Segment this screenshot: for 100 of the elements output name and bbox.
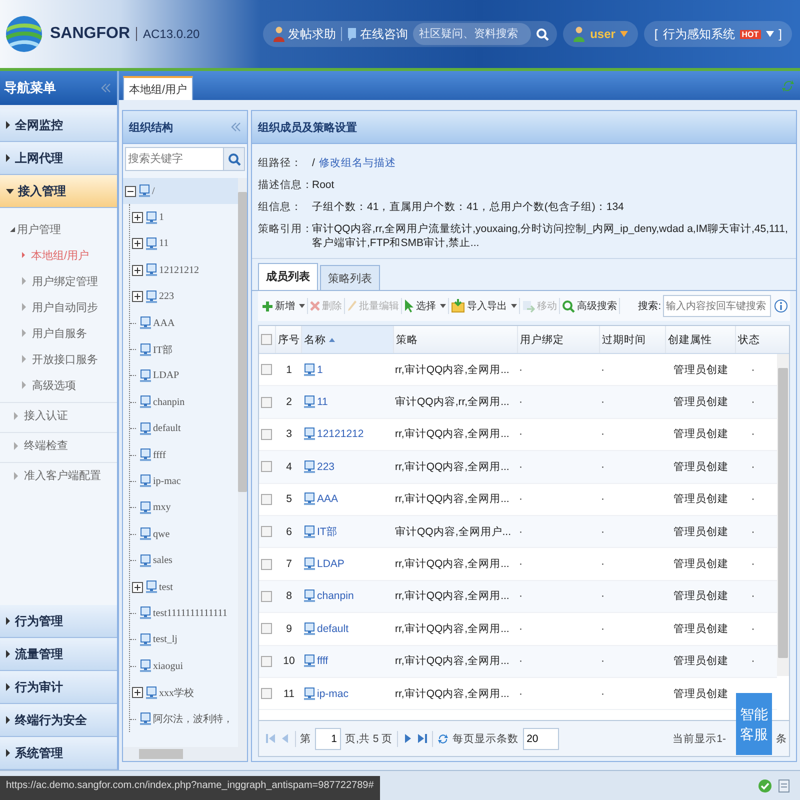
column-header[interactable]: 名称	[301, 326, 393, 353]
tree-node[interactable]: default	[130, 416, 238, 442]
nav-link[interactable]: 用户自动同步	[0, 294, 117, 320]
tree-node[interactable]: 11	[130, 230, 238, 258]
tree-node[interactable]: xiaogui	[130, 653, 238, 680]
plus-box-icon[interactable]	[132, 291, 143, 302]
nav-subitem[interactable]: 终端检查	[0, 432, 117, 458]
nav-subitem[interactable]: 接入认证	[0, 402, 117, 428]
nav-link[interactable]: 用户自服务	[0, 320, 117, 346]
search-field[interactable]: 搜索关键字	[125, 147, 223, 171]
checkbox[interactable]	[261, 364, 272, 376]
page-size-field[interactable]: 20	[522, 728, 559, 750]
name-link[interactable]: 12121212	[317, 428, 364, 440]
toolbar-button[interactable]: 导入导出	[449, 295, 519, 317]
plus-box-icon[interactable]	[132, 212, 143, 224]
plus-box-icon[interactable]	[132, 238, 143, 250]
tree-node[interactable]: ip-mac	[130, 468, 238, 495]
checkbox[interactable]	[261, 428, 272, 440]
tree-node[interactable]: /	[123, 178, 238, 204]
nav-item[interactable]: 行为管理	[0, 605, 117, 638]
minus-box-icon[interactable]	[125, 186, 136, 197]
name-link[interactable]: IT部	[317, 524, 338, 539]
checkbox[interactable]	[261, 494, 272, 505]
refresh-icon[interactable]	[782, 78, 794, 92]
tree-node[interactable]: LDAP	[130, 362, 238, 390]
nav-item[interactable]: 流量管理	[0, 638, 117, 671]
nav-item[interactable]: 行为审计	[0, 671, 117, 704]
name-link[interactable]: 1	[317, 364, 323, 376]
search-button[interactable]	[223, 147, 245, 171]
tree-node[interactable]: 阿尔法，波利特，	[130, 706, 238, 732]
tab[interactable]: 成员列表	[258, 263, 318, 290]
plus-box-icon[interactable]	[132, 264, 143, 276]
name-link[interactable]: AAA	[317, 493, 338, 506]
tree-node[interactable]: 12121212	[130, 257, 238, 284]
tree-node[interactable]: chanpin	[130, 389, 238, 416]
page-field[interactable]: 1	[315, 728, 341, 750]
plus-box-icon[interactable]	[132, 582, 143, 593]
name-link[interactable]: ip-mac	[317, 688, 349, 700]
nav-subitem[interactable]: 用户管理	[0, 216, 117, 242]
checkbox[interactable]	[261, 656, 272, 667]
tree-node[interactable]: ffff	[130, 442, 238, 468]
tree-node[interactable]: mxy	[130, 494, 238, 522]
checkbox[interactable]	[261, 334, 272, 345]
checkbox[interactable]	[261, 461, 272, 472]
info-icon[interactable]	[774, 299, 788, 313]
nav-link[interactable]: 用户绑定管理	[0, 268, 117, 294]
scrollbar[interactable]	[238, 178, 247, 747]
refresh-icon[interactable]	[436, 732, 449, 744]
nav-item[interactable]: 接入管理	[0, 175, 117, 208]
name-link[interactable]: default	[317, 622, 349, 635]
page-tab[interactable]: 本地组/用户	[123, 76, 194, 100]
tree-node[interactable]: sales	[130, 547, 238, 574]
header-link[interactable]: 在线咨询	[347, 26, 408, 42]
tree-node[interactable]: test	[130, 574, 238, 600]
checkbox[interactable]	[261, 590, 272, 602]
tree-node[interactable]: 223	[130, 284, 238, 310]
tree-node[interactable]: xxx学校	[130, 679, 238, 706]
column-header[interactable]: 过期时间	[599, 326, 665, 353]
nav-subitem[interactable]: 准入客户端配置	[0, 462, 117, 488]
name-link[interactable]: 11	[317, 396, 328, 408]
tab[interactable]: 策略列表	[320, 265, 380, 290]
scrollbar[interactable]	[123, 747, 247, 761]
nav-link[interactable]: 开放接口服务	[0, 346, 117, 372]
search-field[interactable]: 输入内容按回车键搜索	[663, 295, 771, 317]
column-header[interactable]: 用户绑定	[517, 326, 599, 353]
column-header[interactable]: 策略	[393, 326, 517, 353]
nav-item[interactable]: 系统管理	[0, 737, 117, 770]
tree-node[interactable]: qwe	[130, 521, 238, 548]
collapse-icon[interactable]	[231, 122, 241, 132]
tree-node[interactable]: AAA	[130, 310, 238, 336]
assistant-button[interactable]: 智能客服	[736, 693, 772, 755]
system-menu[interactable]: [ 行为感知系统 HOT ]	[644, 21, 792, 47]
column-header[interactable]: 创建属性	[665, 326, 735, 353]
nav-link[interactable]: 高级选项	[0, 372, 117, 398]
edit-link[interactable]: 修改组名与描述	[318, 156, 396, 170]
checkbox[interactable]	[261, 558, 272, 570]
tree-node[interactable]: 1	[130, 204, 238, 231]
checkbox[interactable]	[261, 688, 272, 700]
table-cell: rr,审计QQ内容,全网用...	[395, 654, 510, 668]
plus-box-icon[interactable]	[132, 687, 143, 698]
header-link[interactable]: 发帖求助	[273, 26, 336, 42]
tree-node[interactable]: IT部	[130, 336, 238, 363]
name-link[interactable]: ffff	[317, 655, 328, 668]
toolbar-button[interactable]: 高级搜索	[560, 295, 619, 317]
scrollbar[interactable]	[777, 354, 789, 676]
tree-node[interactable]: test_lj	[130, 626, 238, 654]
name-link[interactable]: chanpin	[317, 590, 354, 602]
previous-page-icon[interactable]	[280, 733, 291, 744]
nav-item[interactable]: 上网代理	[0, 142, 117, 175]
name-link[interactable]: LDAP	[317, 558, 344, 570]
nav-item[interactable]: 终端行为安全	[0, 704, 117, 737]
collapse-icon[interactable]	[101, 83, 111, 93]
column-header[interactable]: 状态	[735, 326, 769, 353]
checkbox[interactable]	[261, 623, 272, 634]
last-page-icon[interactable]	[416, 733, 428, 744]
checkbox[interactable]	[261, 526, 272, 538]
nav-item[interactable]: 全网监控	[0, 109, 117, 142]
tree-node[interactable]: test1111111111111	[130, 600, 238, 627]
name-link[interactable]: 223	[317, 460, 335, 473]
checkbox[interactable]	[261, 396, 272, 408]
